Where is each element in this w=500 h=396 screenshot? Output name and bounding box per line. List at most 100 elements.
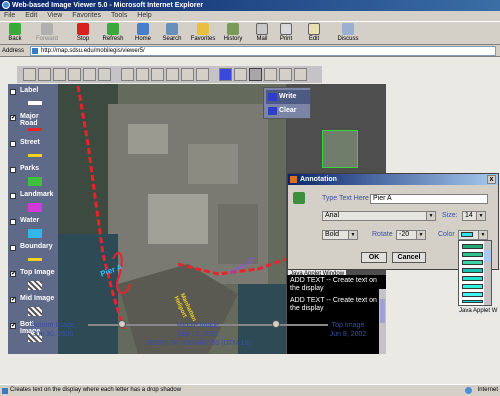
style-select[interactable]: Bold ▼ (322, 230, 358, 240)
legend-item-water: Water (10, 217, 56, 243)
zoom-box-icon[interactable] (68, 68, 81, 81)
top-image-swatch (28, 281, 42, 290)
legend-checkbox-street[interactable] (10, 141, 16, 147)
stop-icon (77, 23, 89, 35)
color-select[interactable]: ▼ (458, 230, 488, 240)
table-icon[interactable] (166, 68, 179, 81)
bottom-image-slider-knob[interactable] (118, 320, 126, 328)
color-option[interactable] (462, 292, 483, 297)
legend-item-parks: Parks (10, 165, 56, 191)
back-button[interactable]: Back (4, 23, 26, 45)
stop-button[interactable]: Stop (72, 23, 94, 45)
bottom-image-date: Jun 30, 2000 (32, 331, 74, 338)
print-button[interactable]: Print (276, 23, 296, 45)
rotate-label: Rotate (372, 231, 393, 238)
color-option[interactable] (462, 284, 483, 289)
color-dropdown-list (458, 240, 492, 306)
dialog-title: Annotation (300, 176, 337, 183)
search-button[interactable]: Search (160, 23, 184, 45)
cancel-button[interactable]: Cancel (392, 252, 426, 263)
forward-button[interactable]: Forward (34, 23, 60, 45)
parks-swatch (28, 177, 42, 186)
window-title: Web-based Image Viewer 5.0 - Microsoft I… (12, 2, 204, 9)
color-option[interactable] (462, 268, 483, 273)
help-line: ADD TEXT -- Create text on the display (290, 277, 377, 292)
bottom-image-title: Bottom Image (31, 322, 75, 329)
measure-icon[interactable] (151, 68, 164, 81)
menu-file[interactable]: File (0, 12, 19, 19)
color-list-scrollbar[interactable] (484, 241, 491, 305)
size-select[interactable]: 14 ▼ (462, 211, 486, 221)
write-icon (268, 93, 277, 101)
legend-checkbox-boundary[interactable] (10, 245, 16, 251)
menu-item-clear[interactable]: Clear (266, 104, 310, 118)
open-icon[interactable] (23, 68, 36, 81)
info-icon[interactable] (219, 68, 232, 81)
menu-help[interactable]: Help (133, 12, 155, 19)
top-image-date: Jun 8, 2002 (329, 331, 367, 338)
full-extent-icon[interactable] (98, 68, 111, 81)
menu-edit[interactable]: Edit (21, 12, 41, 19)
aerial-map-canvas[interactable]: Pier A Manhattan Heliport Battery Pl (58, 84, 286, 354)
point-icon[interactable] (234, 68, 247, 81)
color-option[interactable] (462, 244, 483, 249)
top-image-slider-knob[interactable] (272, 320, 280, 328)
boundary-swatch (28, 258, 42, 261)
rotate-select[interactable]: -20 ▼ (396, 230, 426, 240)
chevron-down-icon: ▼ (426, 212, 435, 220)
ie-logo-icon (2, 1, 10, 9)
legend-checkbox-label[interactable] (10, 89, 16, 95)
browser-toolbar: Back Forward Stop Refresh Home Search Fa… (0, 21, 500, 45)
address-input[interactable]: http://map.sdsu.edu/mobilegis/viewer5/ (30, 46, 496, 56)
menu-bar: File Edit View Favorites Tools Help (0, 11, 500, 21)
search-icon (166, 23, 178, 35)
help-icon[interactable] (294, 68, 307, 81)
status-text: Creates text on the display where each l… (10, 387, 182, 393)
java-applet-window-label-2: Java Applet W (457, 307, 500, 315)
layer-icon[interactable] (121, 68, 134, 81)
menu-tools[interactable]: Tools (107, 12, 131, 19)
mail-icon (256, 23, 268, 35)
discuss-button[interactable]: Discuss (334, 23, 362, 45)
color-option[interactable] (462, 252, 483, 257)
history-button[interactable]: History (220, 23, 246, 45)
menu-item-write[interactable]: Write (266, 90, 310, 104)
eraser-icon[interactable] (196, 68, 209, 81)
pan-hand-icon[interactable] (83, 68, 96, 81)
color-option[interactable] (462, 276, 483, 281)
crosshair-icon[interactable] (136, 68, 149, 81)
overview-map-thumbnail[interactable] (322, 130, 358, 168)
legend-checkbox-top-image[interactable]: ✔ (10, 271, 16, 277)
zoom-out-icon[interactable] (53, 68, 66, 81)
legend-item-landmark: Landmark (10, 191, 56, 217)
edit-button[interactable]: Edit (304, 23, 324, 45)
legend-checkbox-water[interactable] (10, 219, 16, 225)
zoom-in-icon[interactable] (38, 68, 51, 81)
clear-icon (268, 107, 277, 115)
legend-checkbox-parks[interactable] (10, 167, 16, 173)
menu-view[interactable]: View (43, 12, 66, 19)
ok-button[interactable]: OK (361, 252, 387, 263)
scrollbar-thumb[interactable] (484, 250, 491, 262)
mail-button[interactable]: Mail (252, 23, 272, 45)
menu-favorites[interactable]: Favorites (68, 12, 105, 19)
font-select[interactable]: Arial ▼ (322, 211, 436, 221)
close-button[interactable]: x (487, 175, 496, 184)
help-line: ADD TEXT -- Create text on the display (290, 297, 377, 312)
polyline-icon[interactable] (264, 68, 277, 81)
favorites-button[interactable]: Favorites (188, 23, 218, 45)
home-button[interactable]: Home (132, 23, 154, 45)
color-option[interactable] (462, 300, 483, 303)
refresh-button[interactable]: Refresh (100, 23, 126, 45)
legend-checkbox-landmark[interactable] (10, 193, 16, 199)
polygon-icon[interactable] (279, 68, 292, 81)
home-icon (137, 23, 149, 35)
legend-item-boundary: Boundary (10, 243, 56, 269)
color-option[interactable] (462, 260, 483, 265)
legend-checkbox-major-road[interactable]: ✔ (10, 115, 16, 121)
text-tool-icon[interactable] (249, 68, 262, 81)
legend-checkbox-mid-image[interactable]: ✔ (10, 297, 16, 303)
print-tool-icon[interactable] (181, 68, 194, 81)
selected-color-swatch (461, 232, 473, 237)
annotation-text-input[interactable]: Pier A (370, 194, 488, 204)
